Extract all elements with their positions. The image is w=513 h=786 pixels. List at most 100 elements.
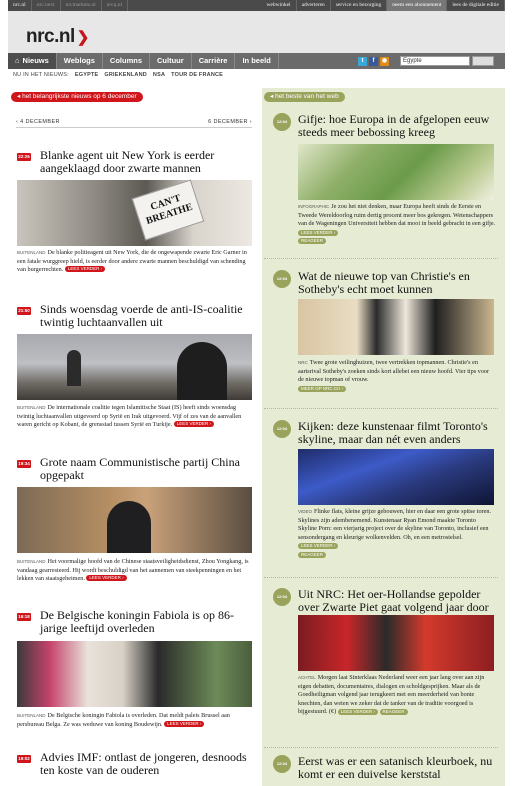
- read-more-button[interactable]: LEES VERDER ›: [64, 266, 106, 273]
- nav-item-columns[interactable]: Columns: [103, 53, 151, 69]
- smoke-plume: [67, 350, 81, 386]
- nav-item-weblogs[interactable]: Weblogs: [57, 53, 103, 69]
- site-header: nrc.nl ❯: [8, 11, 505, 53]
- react-button[interactable]: REAGEER: [379, 709, 408, 716]
- social-links: t f ◉: [358, 57, 389, 66]
- article-summary: INFOGRAPHIC Je zou het niet denken, maar …: [298, 203, 496, 245]
- nav-item-carriere[interactable]: Carrière: [192, 53, 236, 69]
- article-image[interactable]: [298, 615, 494, 671]
- tag-egypte[interactable]: EGYPTE: [75, 72, 99, 78]
- logo-arrow-icon: ❯: [76, 29, 90, 46]
- article-title[interactable]: Sinds woensdag voerde de anti-IS-coaliti…: [40, 303, 254, 329]
- protest-sign: CAN'T BREATHE: [131, 179, 205, 241]
- time-badge: 12:04: [273, 270, 291, 288]
- read-more-button[interactable]: LEES VERDER ›: [86, 575, 127, 582]
- topbar-link-service[interactable]: service en bezorging: [331, 0, 388, 11]
- article-title[interactable]: De Belgische koningin Fabiola is op 86-j…: [40, 609, 254, 635]
- day-navigation: ‹ 4 DECEMBER 6 DECEMBER ›: [16, 119, 252, 128]
- article-image[interactable]: [17, 641, 252, 707]
- topbar-spacer: [128, 0, 261, 11]
- article-summary: VIDEO Flinke flats, kleine grijze gebouwe…: [298, 508, 491, 558]
- nav-item-nieuws[interactable]: ⌂ Nieuws: [8, 53, 57, 69]
- article-title[interactable]: Kijken: deze kunstenaar filmt Toronto's …: [298, 420, 498, 446]
- article-source: BUITENLAND: [17, 713, 46, 718]
- time-badge: 12:04: [273, 755, 291, 773]
- article-source: BUITENLAND: [17, 559, 46, 564]
- tag-nsa[interactable]: NSA: [153, 72, 165, 78]
- nav-item-in-beeld[interactable]: In beeld: [235, 53, 279, 69]
- topbar-link-webwinkel[interactable]: webwinkel: [261, 0, 297, 11]
- article-summary: BUITENLAND De internationale coalitie teg…: [17, 404, 242, 429]
- tag-griekenland[interactable]: GRIEKENLAND: [104, 72, 147, 78]
- time-badge: 19:34: [17, 460, 31, 468]
- read-more-button[interactable]: LEES VERDER ›: [337, 709, 378, 716]
- read-more-button[interactable]: LEES VERDER ›: [298, 543, 339, 550]
- next-day-link[interactable]: 6 DECEMBER ›: [208, 119, 252, 127]
- article-title[interactable]: Wat de nieuwe top van Christie's en Soth…: [298, 270, 498, 296]
- time-badge: 19:02: [17, 755, 31, 763]
- time-badge: 12:04: [273, 113, 291, 131]
- section-header-web: ◂ het beste van het web: [264, 92, 345, 102]
- topbar-link-nrc[interactable]: nrc.nl: [8, 0, 32, 11]
- article-source: BUITENLAND: [17, 250, 46, 255]
- read-more-button[interactable]: MEER OP NRC.CH ›: [298, 385, 347, 392]
- article-image[interactable]: [298, 299, 494, 355]
- article-image[interactable]: [17, 334, 252, 400]
- tag-tour[interactable]: TOUR DE FRANCE: [171, 72, 223, 78]
- article-summary: BUITENLAND De blanke politieagent uit New…: [17, 249, 247, 274]
- article-summary: NRC Twee grote veilinghuizen, twee vertre…: [298, 359, 490, 392]
- topbar-link-nrcq[interactable]: nrcq.nl: [102, 0, 129, 11]
- article-title[interactable]: Blanke agent uit New York is eerder aang…: [40, 149, 254, 175]
- article-image[interactable]: CAN'T BREATHE: [17, 179, 252, 246]
- home-icon: ⌂: [15, 56, 20, 65]
- time-badge: 21:50: [17, 307, 31, 315]
- prev-day-link[interactable]: ‹ 4 DECEMBER: [16, 119, 60, 127]
- time-badge: 22:26: [17, 153, 31, 161]
- article-source: INFOGRAPHIC: [298, 204, 330, 209]
- read-more-button[interactable]: LEES VERDER ›: [164, 720, 205, 727]
- topbar-link-markets[interactable]: nrcmarkets.nl: [61, 0, 102, 11]
- person-figure: [107, 501, 151, 553]
- topbar-link-abonnement[interactable]: neem een abonnement: [387, 0, 448, 11]
- silhouette-figure: [177, 342, 227, 400]
- react-button[interactable]: REAGEER: [298, 551, 327, 558]
- topbar-link-digitale-editie[interactable]: lees de digitale editie: [447, 0, 505, 11]
- nav-item-cultuur[interactable]: Cultuur: [150, 53, 192, 69]
- tags-label: NU IN HET NIEUWS:: [13, 72, 69, 78]
- section-header-news: ◂ het belangrijkste nieuws op 6 december: [11, 92, 143, 102]
- article-image[interactable]: [298, 144, 494, 200]
- article-source: NRC: [298, 360, 308, 365]
- topbar-link-adverteren[interactable]: adverteren: [297, 0, 331, 11]
- search-input[interactable]: Egypte: [400, 56, 470, 66]
- article-title[interactable]: Grote naam Communistische partij China o…: [40, 456, 254, 482]
- article-summary: ACHTEL Morgen laat Sinterklaas Nederland …: [298, 674, 485, 716]
- article-title[interactable]: Uit NRC: Het oer-Hollandse gepolder over…: [298, 588, 498, 614]
- article-source: BUITENLAND: [17, 405, 46, 410]
- article-summary: BUITENLAND Het voormalige hoofd van de Ch…: [17, 558, 249, 583]
- read-more-button[interactable]: LEES VERDER ›: [173, 421, 214, 428]
- divider: [264, 408, 498, 409]
- divider: [264, 577, 498, 578]
- topbar-link-next[interactable]: nrc.next: [32, 0, 61, 11]
- divider: [264, 747, 498, 748]
- site-logo[interactable]: nrc.nl ❯: [26, 26, 89, 48]
- rss-icon[interactable]: ◉: [380, 57, 389, 66]
- trending-tags: NU IN HET NIEUWS: EGYPTE GRIEKENLAND NSA…: [13, 72, 223, 78]
- react-button[interactable]: REAGEER: [298, 238, 327, 245]
- article-summary: BUITENLAND De Belgische koningin Fabiola …: [17, 712, 230, 728]
- search-button[interactable]: [472, 56, 494, 66]
- facebook-icon[interactable]: f: [369, 57, 378, 66]
- article-source: ACHTEL: [298, 675, 316, 680]
- article-source: VIDEO: [298, 509, 313, 514]
- article-title[interactable]: Gifje: hoe Europa in de afgelopen eeuw s…: [298, 113, 498, 139]
- top-bar: nrc.nl nrc.next nrcmarkets.nl nrcq.nl we…: [8, 0, 505, 11]
- article-image[interactable]: [298, 449, 494, 505]
- twitter-icon[interactable]: t: [358, 57, 367, 66]
- read-more-button[interactable]: LEES VERDER ›: [298, 229, 339, 236]
- article-image[interactable]: [17, 487, 252, 553]
- article-title[interactable]: Advies IMF: ontlast de jongeren, desnood…: [40, 751, 254, 777]
- time-badge: 12:04: [273, 588, 291, 606]
- article-title[interactable]: Eerst was er een satanisch kleurboek, nu…: [298, 755, 498, 781]
- time-badge: 12:04: [273, 420, 291, 438]
- time-badge: 16:18: [17, 613, 31, 621]
